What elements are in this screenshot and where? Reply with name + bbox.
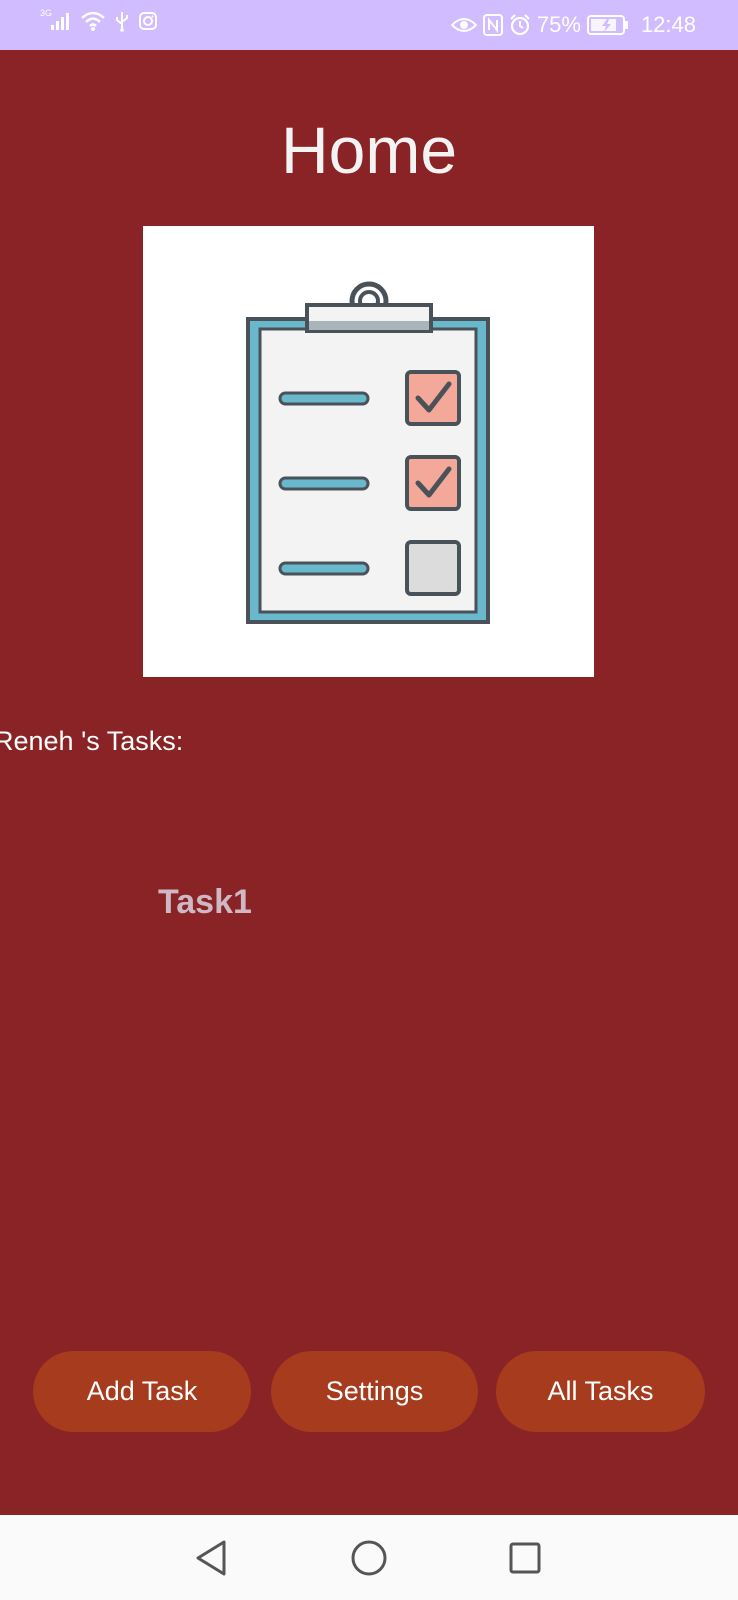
status-bar-right: 75% 12:48 (450, 10, 696, 40)
nfc-icon (482, 14, 503, 36)
battery-charging-icon (586, 14, 629, 36)
clipboard-checklist-image (143, 226, 594, 677)
page-title: Home (280, 113, 458, 187)
network-type-label: 3G (40, 8, 53, 18)
wifi-icon (80, 10, 106, 32)
settings-button[interactable]: Settings (271, 1351, 478, 1432)
status-bar: 3G 75% 12:48 (0, 0, 738, 50)
status-bar-left: 3G (40, 8, 158, 32)
clock: 12:48 (640, 12, 696, 37)
back-icon[interactable] (188, 1535, 234, 1581)
alarm-icon (509, 14, 531, 36)
instagram-icon (138, 11, 158, 31)
usb-icon (114, 10, 130, 32)
eye-icon (450, 15, 477, 35)
add-task-button[interactable]: Add Task (33, 1351, 251, 1432)
tasks-heading: Reneh 's Tasks: (0, 726, 184, 756)
clipboard-checklist-icon (246, 281, 490, 624)
battery-percent: 75% (536, 12, 581, 37)
all-tasks-button[interactable]: All Tasks (496, 1351, 705, 1432)
recent-apps-icon[interactable] (502, 1535, 548, 1581)
signal-icon: 3G (40, 8, 72, 31)
system-navigation-bar (0, 1515, 738, 1600)
task-item[interactable]: Task1 (158, 880, 252, 924)
home-icon[interactable] (346, 1535, 392, 1581)
